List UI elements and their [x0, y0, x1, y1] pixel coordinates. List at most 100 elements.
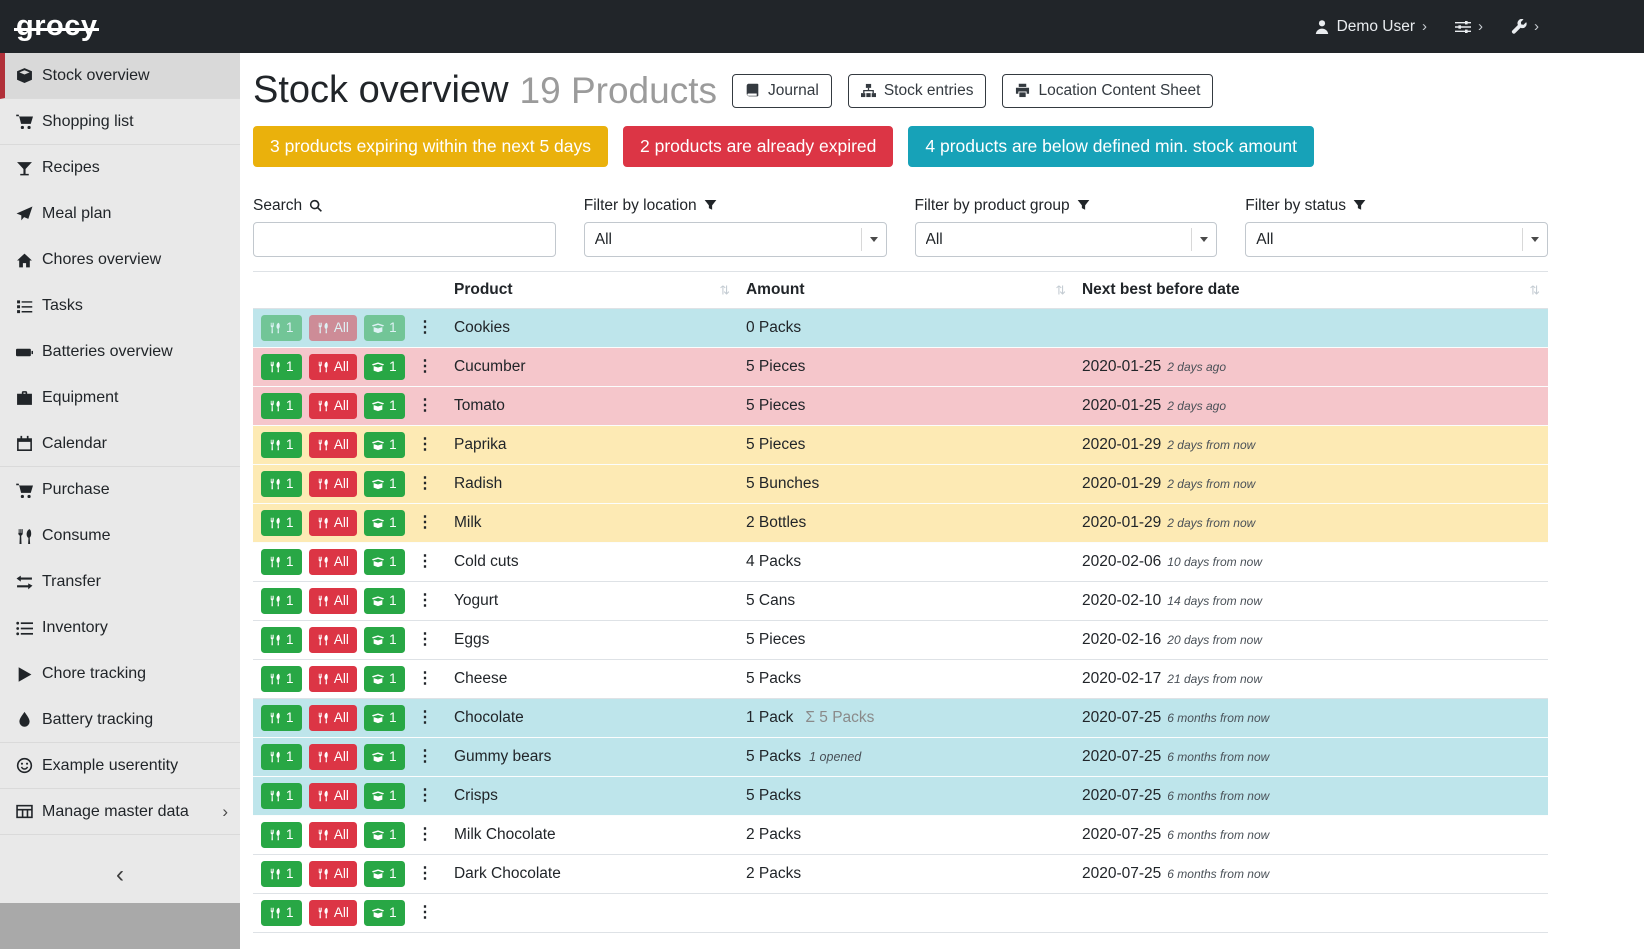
sidebar-item-purchase[interactable]: Purchase [0, 467, 240, 513]
row-menu-button[interactable]: ⋮ [412, 744, 438, 770]
consume-one-button[interactable]: 1 [261, 354, 302, 380]
consume-one-button[interactable]: 1 [261, 666, 302, 692]
open-one-button[interactable]: 1 [364, 471, 405, 497]
status-banner[interactable]: 4 products are below defined min. stock … [908, 126, 1314, 167]
product-group-select[interactable]: All [915, 222, 1218, 257]
consume-all-button[interactable]: All [309, 315, 357, 341]
sidebar-collapse-button[interactable]: ‹ [0, 847, 240, 903]
consume-all-button[interactable]: All [309, 393, 357, 419]
user-menu[interactable]: Demo User › [1314, 18, 1427, 36]
sidebar-item-meal-plan[interactable]: Meal plan [0, 191, 240, 237]
row-menu-button[interactable]: ⋮ [412, 315, 438, 341]
row-menu-button[interactable]: ⋮ [412, 588, 438, 614]
open-one-button[interactable]: 1 [364, 783, 405, 809]
consume-one-button[interactable]: 1 [261, 744, 302, 770]
sidebar-item-chore-tracking[interactable]: Chore tracking [0, 651, 240, 697]
open-one-button[interactable]: 1 [364, 627, 405, 653]
consume-all-button[interactable]: All [309, 549, 357, 575]
status-select[interactable]: All [1245, 222, 1548, 257]
row-menu-button[interactable]: ⋮ [412, 666, 438, 692]
sidebar-item-tasks[interactable]: Tasks [0, 283, 240, 329]
consume-all-button[interactable]: All [309, 627, 357, 653]
row-menu-button[interactable]: ⋮ [412, 627, 438, 653]
open-one-button[interactable]: 1 [364, 549, 405, 575]
consume-all-button[interactable]: All [309, 666, 357, 692]
consume-one-button[interactable]: 1 [261, 315, 302, 341]
consume-one-button[interactable]: 1 [261, 627, 302, 653]
settings-menu[interactable]: › [1455, 19, 1483, 35]
open-one-button[interactable]: 1 [364, 432, 405, 458]
consume-one-button[interactable]: 1 [261, 588, 302, 614]
consume-one-button[interactable]: 1 [261, 393, 302, 419]
row-menu-button[interactable]: ⋮ [412, 783, 438, 809]
consume-all-button[interactable]: All [309, 744, 357, 770]
open-one-button[interactable]: 1 [364, 822, 405, 848]
consume-one-button[interactable]: 1 [261, 783, 302, 809]
sidebar-item-batteries-overview[interactable]: Batteries overview [0, 329, 240, 375]
due-note: 6 months from now [1167, 828, 1269, 842]
sidebar-item-stock-overview[interactable]: Stock overview [0, 53, 240, 99]
consume-one-button[interactable]: 1 [261, 432, 302, 458]
sidebar-item-equipment[interactable]: Equipment [0, 375, 240, 421]
row-menu-button[interactable]: ⋮ [412, 705, 438, 731]
consume-one-button[interactable]: 1 [261, 471, 302, 497]
consume-one-button[interactable]: 1 [261, 822, 302, 848]
consume-all-button[interactable]: All [309, 705, 357, 731]
row-menu-button[interactable]: ⋮ [412, 510, 438, 536]
consume-one-button[interactable]: 1 [261, 705, 302, 731]
sidebar-item-recipes[interactable]: Recipes [0, 145, 240, 191]
consume-all-button[interactable]: All [309, 432, 357, 458]
location-select[interactable]: All [584, 222, 887, 257]
consume-one-button[interactable]: 1 [261, 510, 302, 536]
consume-all-button[interactable]: All [309, 822, 357, 848]
row-menu-button[interactable]: ⋮ [412, 822, 438, 848]
sidebar-item-manage-master-data[interactable]: Manage master data › [0, 789, 240, 835]
open-one-button[interactable]: 1 [364, 354, 405, 380]
amount-column-header[interactable]: Amount ⇅ [738, 271, 1074, 308]
row-menu-button[interactable]: ⋮ [412, 471, 438, 497]
sidebar-item-shopping-list[interactable]: Shopping list [0, 99, 240, 145]
consume-all-button[interactable]: All [309, 861, 357, 887]
admin-menu[interactable]: › [1511, 19, 1539, 35]
row-menu-button[interactable]: ⋮ [412, 354, 438, 380]
sidebar-item-consume[interactable]: Consume [0, 513, 240, 559]
open-one-button[interactable]: 1 [364, 588, 405, 614]
consume-all-button[interactable]: All [309, 588, 357, 614]
sidebar-item-example-userentity[interactable]: Example userentity [0, 743, 240, 789]
open-one-button[interactable]: 1 [364, 861, 405, 887]
consume-one-button[interactable]: 1 [261, 549, 302, 575]
app-logo[interactable]: grocy [16, 10, 97, 43]
sidebar-item-inventory[interactable]: Inventory [0, 605, 240, 651]
open-one-button[interactable]: 1 [364, 510, 405, 536]
sidebar-item-battery-tracking[interactable]: Battery tracking [0, 697, 240, 743]
sidebar-item-calendar[interactable]: Calendar [0, 421, 240, 467]
sidebar-item-transfer[interactable]: Transfer [0, 559, 240, 605]
consume-one-button[interactable]: 1 [261, 900, 302, 926]
search-input[interactable] [253, 222, 556, 257]
consume-one-button[interactable]: 1 [261, 861, 302, 887]
open-one-button[interactable]: 1 [364, 393, 405, 419]
open-one-button[interactable]: 1 [364, 705, 405, 731]
consume-all-button[interactable]: All [309, 354, 357, 380]
open-one-button[interactable]: 1 [364, 900, 405, 926]
open-one-button[interactable]: 1 [364, 315, 405, 341]
open-one-button[interactable]: 1 [364, 744, 405, 770]
open-one-button[interactable]: 1 [364, 666, 405, 692]
journal-button[interactable]: Journal [732, 74, 832, 108]
status-banner[interactable]: 3 products expiring within the next 5 da… [253, 126, 608, 167]
consume-all-button[interactable]: All [309, 783, 357, 809]
row-menu-button[interactable]: ⋮ [412, 549, 438, 575]
consume-all-button[interactable]: All [309, 471, 357, 497]
row-menu-button[interactable]: ⋮ [412, 861, 438, 887]
stock-entries-button[interactable]: Stock entries [848, 74, 987, 108]
row-menu-button[interactable]: ⋮ [412, 900, 438, 926]
row-menu-button[interactable]: ⋮ [412, 432, 438, 458]
location-content-sheet-button[interactable]: Location Content Sheet [1002, 74, 1213, 108]
row-menu-button[interactable]: ⋮ [412, 393, 438, 419]
status-banner[interactable]: 2 products are already expired [623, 126, 893, 167]
date-column-header[interactable]: Next best before date ⇅ [1074, 271, 1548, 308]
sidebar-item-chores-overview[interactable]: Chores overview [0, 237, 240, 283]
product-column-header[interactable]: Product ⇅ [446, 271, 738, 308]
consume-all-button[interactable]: All [309, 510, 357, 536]
consume-all-button[interactable]: All [309, 900, 357, 926]
